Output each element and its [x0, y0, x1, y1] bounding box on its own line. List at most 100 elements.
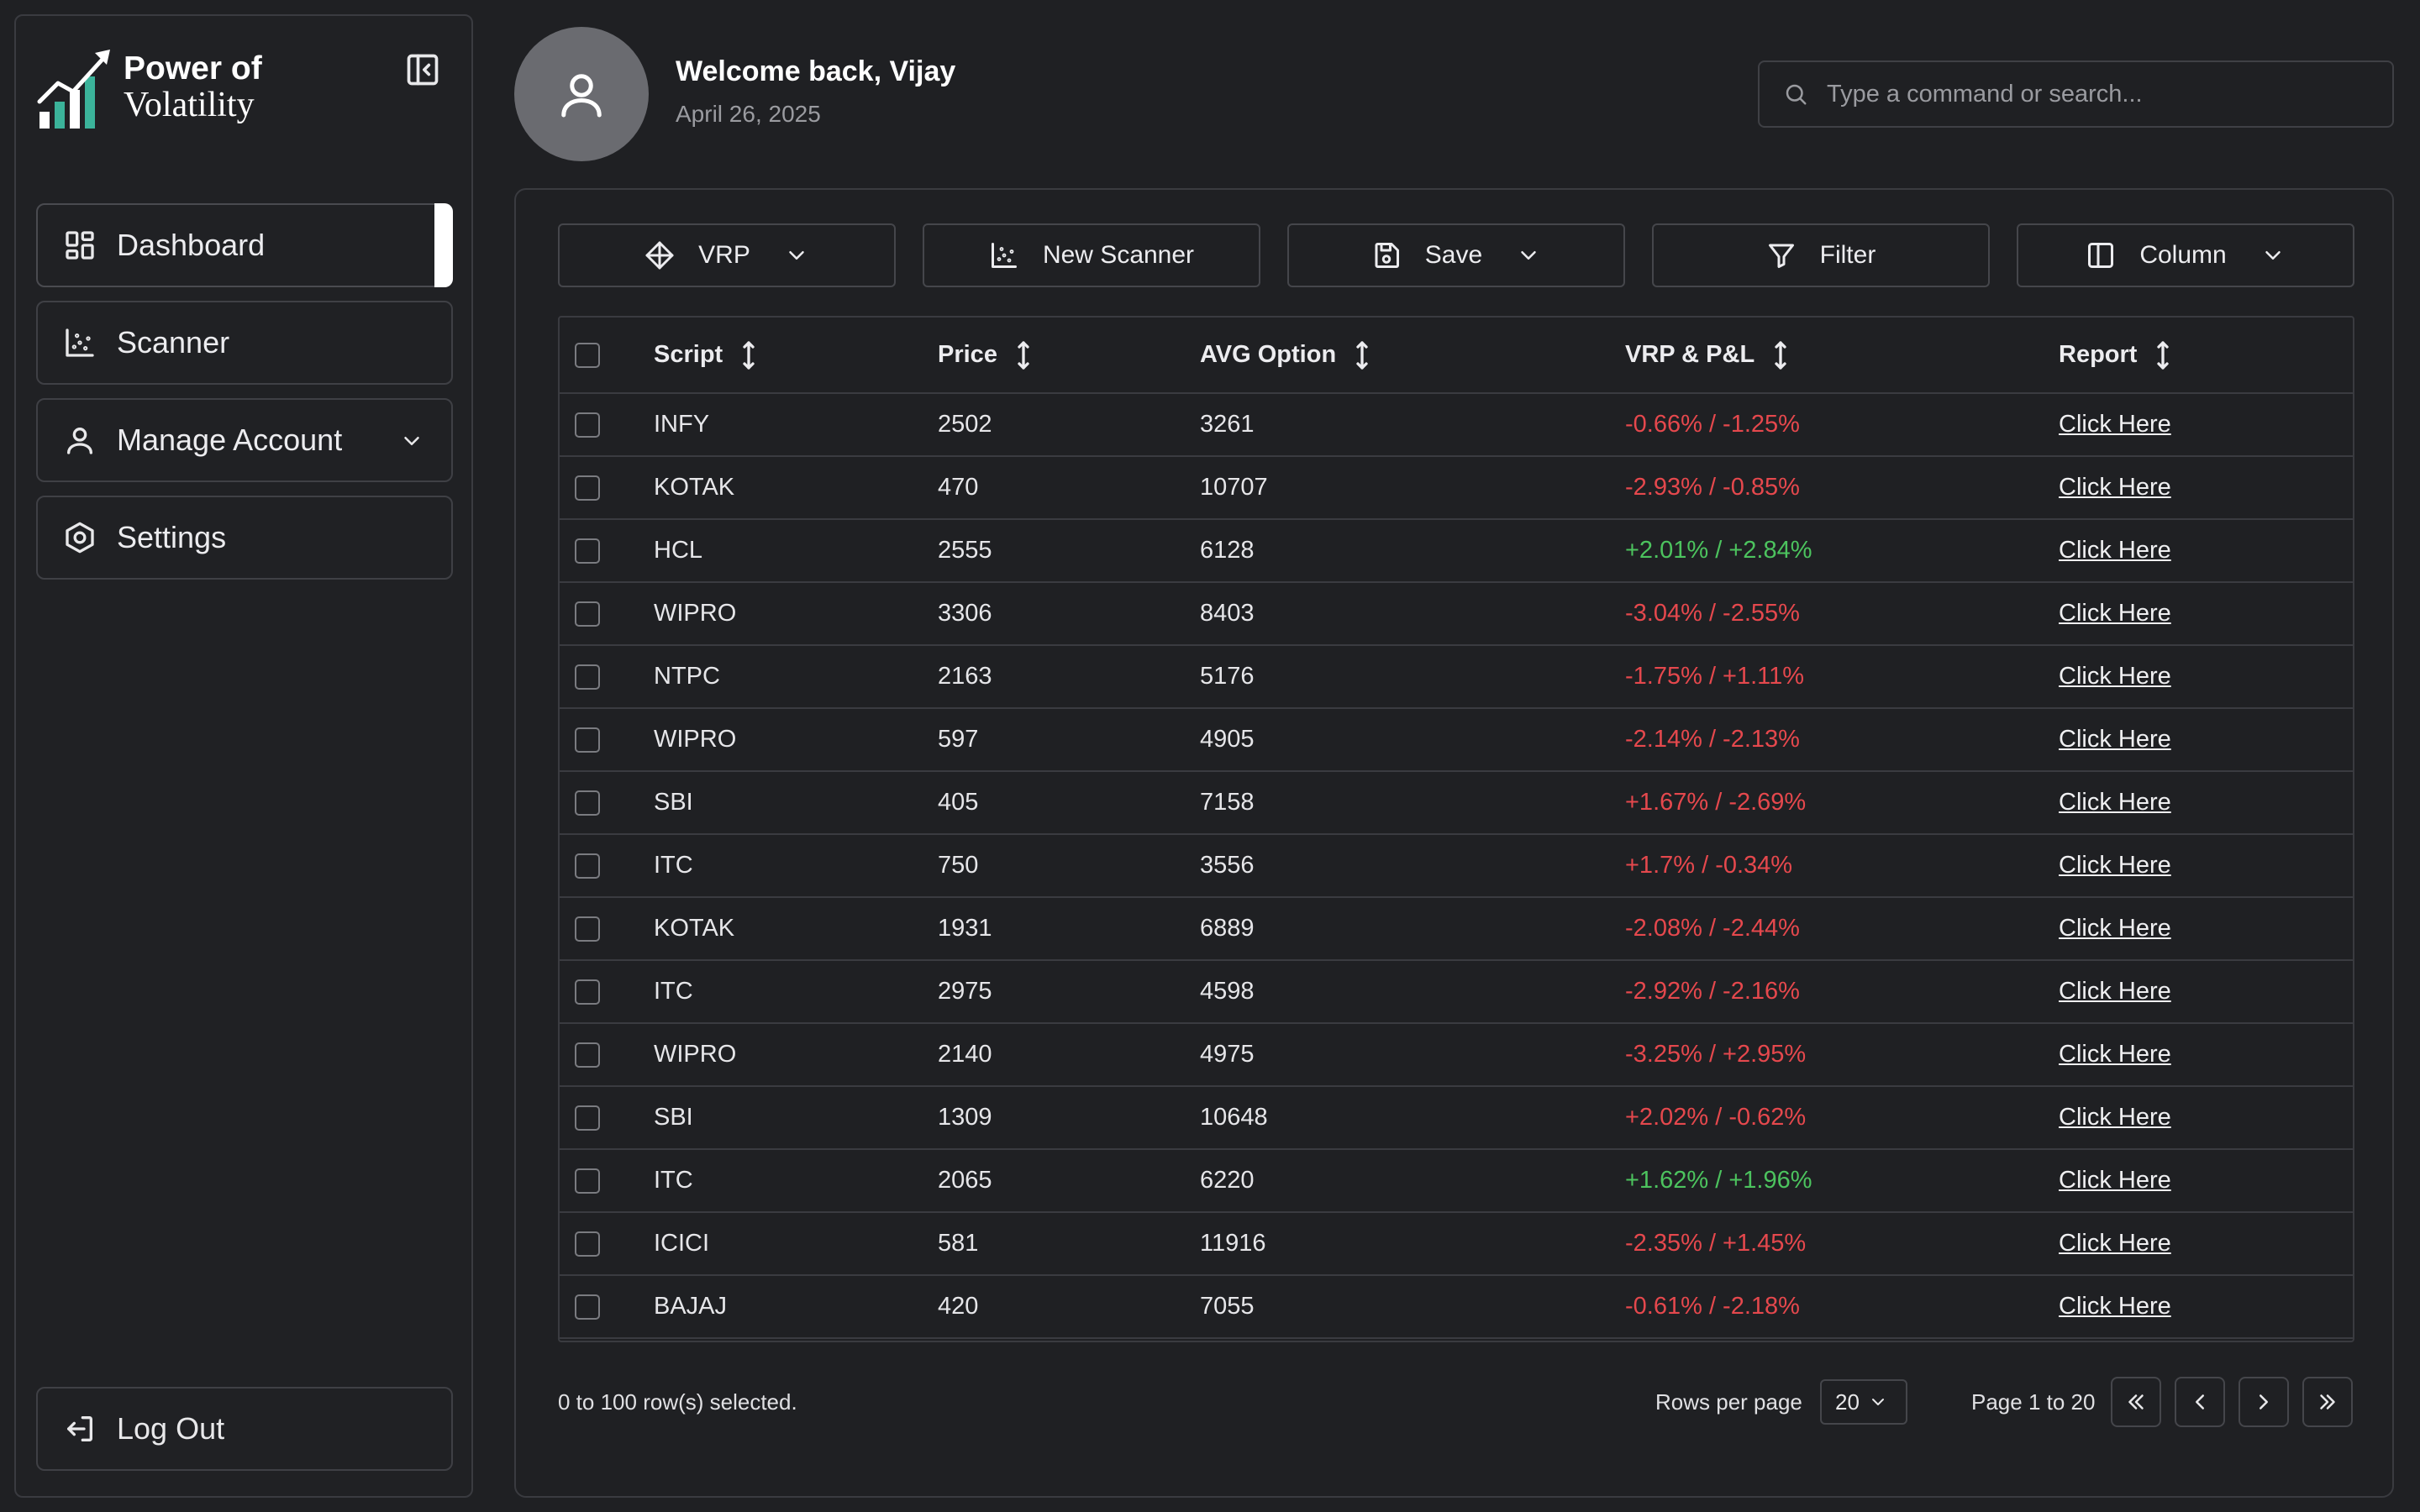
table-row[interactable]: SBI 405 7158 +1.67% / -2.69% Click Here: [560, 771, 2353, 835]
sidebar-item-label: Dashboard: [117, 228, 266, 262]
row-checkbox[interactable]: [575, 790, 600, 816]
cell-price: 597: [938, 708, 1200, 772]
report-link[interactable]: Click Here: [2059, 1104, 2171, 1131]
user-icon: [67, 428, 93, 454]
row-checkbox[interactable]: [575, 538, 600, 564]
cell-price: 1309: [938, 1086, 1200, 1150]
select-all-checkbox[interactable]: [575, 343, 600, 369]
cell-price: 470: [938, 456, 1200, 520]
report-link[interactable]: Click Here: [2059, 1041, 2171, 1068]
column-header-price[interactable]: Price: [938, 339, 1034, 372]
column-header-script[interactable]: Script: [654, 339, 760, 372]
table-row[interactable]: INFY 2502 3261 -0.66% / -1.25% Click Here: [560, 393, 2353, 457]
table-row[interactable]: SBI 1309 10648 +2.02% / -0.62% Click Here: [560, 1086, 2353, 1150]
cell-avg-option: 5176: [1200, 645, 1625, 709]
table-row[interactable]: ITC 750 3556 +1.7% / -0.34% Click Here: [560, 834, 2353, 898]
cell-avg-option: 6220: [1200, 1149, 1625, 1213]
save-icon: [1375, 243, 1399, 268]
rows-per-page-select[interactable]: 20: [1820, 1379, 1907, 1425]
first-page-button[interactable]: [2111, 1377, 2161, 1427]
collapse-sidebar-button[interactable]: [404, 51, 441, 88]
page-indicator: Page 1 to 20: [1971, 1389, 2096, 1415]
column-dropdown-button[interactable]: Column: [2017, 223, 2354, 287]
avatar[interactable]: [514, 27, 649, 161]
table-row[interactable]: WIPRO 597 4905 -2.14% / -2.13% Click Here: [560, 708, 2353, 772]
sidebar-item-manage-account[interactable]: Manage Account: [36, 398, 453, 482]
cell-script: SBI: [654, 1086, 938, 1150]
row-checkbox[interactable]: [575, 664, 600, 690]
cell-avg-option: 4975: [1200, 1023, 1625, 1087]
report-link[interactable]: Click Here: [2059, 474, 2171, 501]
search-input[interactable]: [1827, 80, 2365, 108]
column-header-vrp-pl[interactable]: VRP & P&L: [1625, 339, 1791, 372]
sidebar-item-settings[interactable]: Settings: [36, 496, 453, 580]
vrp-dropdown-button[interactable]: VRP: [558, 223, 896, 287]
table-row[interactable]: NTPC 2163 5176 -1.75% / +1.11% Click Here: [560, 645, 2353, 709]
table-row[interactable]: ITC 2065 6220 +1.62% / +1.96% Click Here: [560, 1149, 2353, 1213]
report-link[interactable]: Click Here: [2059, 411, 2171, 438]
report-link[interactable]: Click Here: [2059, 915, 2171, 942]
previous-page-button[interactable]: [2175, 1377, 2225, 1427]
row-checkbox[interactable]: [575, 1105, 600, 1131]
row-checkbox[interactable]: [575, 601, 600, 627]
row-checkbox[interactable]: [575, 853, 600, 879]
logout-button[interactable]: Log Out: [36, 1387, 453, 1471]
cell-avg-option: 3261: [1200, 393, 1625, 457]
row-checkbox[interactable]: [575, 1042, 600, 1068]
column-header-report[interactable]: Report: [2059, 339, 2174, 372]
cell-price: 2163: [938, 645, 1200, 709]
row-checkbox[interactable]: [575, 916, 600, 942]
sort-icon: [1018, 340, 1029, 370]
scanner-table: Script Price AVG Option VRP & P&L Report…: [558, 316, 2354, 1342]
table-row[interactable]: ICICI 581 11916 -2.35% / +1.45% Click Here: [560, 1212, 2353, 1276]
cell-price: 3306: [938, 582, 1200, 646]
sidebar-item-dashboard[interactable]: Dashboard: [36, 203, 453, 287]
chevron-down-icon: [1871, 1399, 1884, 1405]
row-checkbox[interactable]: [575, 1168, 600, 1194]
cell-vrp-pl: -3.25% / +2.95%: [1625, 1023, 2059, 1087]
last-page-button[interactable]: [2302, 1377, 2353, 1427]
row-checkbox[interactable]: [575, 979, 600, 1005]
row-checkbox[interactable]: [575, 1231, 600, 1257]
table-row[interactable]: ITC 2975 4598 -2.92% / -2.16% Click Here: [560, 960, 2353, 1024]
table-row[interactable]: KOTAK 470 10707 -2.93% / -0.85% Click Here: [560, 456, 2353, 520]
report-link[interactable]: Click Here: [2059, 978, 2171, 1005]
new-scanner-button[interactable]: New Scanner: [923, 223, 1260, 287]
table-row[interactable]: WIPRO 3306 8403 -3.04% / -2.55% Click Here: [560, 582, 2353, 646]
sidebar-nav: Dashboard Scanner Manage Account Setting…: [36, 203, 453, 593]
report-link[interactable]: Click Here: [2059, 1167, 2171, 1194]
report-link[interactable]: Click Here: [2059, 726, 2171, 753]
cell-vrp-pl: +1.7% / -0.34%: [1625, 834, 2059, 898]
column-header-label: Script: [654, 341, 723, 368]
cell-script: ITC: [654, 960, 938, 1024]
report-link[interactable]: Click Here: [2059, 663, 2171, 690]
report-link[interactable]: Click Here: [2059, 1230, 2171, 1257]
save-button[interactable]: Save: [1287, 223, 1625, 287]
next-page-button[interactable]: [2238, 1377, 2289, 1427]
cell-script: KOTAK: [654, 456, 938, 520]
row-checkbox[interactable]: [575, 412, 600, 438]
report-link[interactable]: Click Here: [2059, 600, 2171, 627]
sidebar-item-scanner[interactable]: Scanner: [36, 301, 453, 385]
cell-script: NTPC: [654, 645, 938, 709]
row-checkbox[interactable]: [575, 1294, 600, 1320]
cell-vrp-pl: -2.92% / -2.16%: [1625, 960, 2059, 1024]
table-row[interactable]: HCL 2555 6128 +2.01% / +2.84% Click Here: [560, 519, 2353, 583]
save-label: Save: [1424, 241, 1483, 269]
table-row[interactable]: WIPRO 2140 4975 -3.25% / +2.95% Click Here: [560, 1023, 2353, 1087]
report-link[interactable]: Click Here: [2059, 852, 2171, 879]
logo-title: Power of: [124, 50, 262, 87]
cell-vrp-pl: -2.93% / -0.85%: [1625, 456, 2059, 520]
filter-label: Filter: [1819, 241, 1876, 269]
column-header-avg-option[interactable]: AVG Option: [1200, 339, 1373, 372]
table-row[interactable]: BAJAJ 420 7055 -0.61% / -2.18% Click Here: [560, 1275, 2353, 1339]
report-link[interactable]: Click Here: [2059, 789, 2171, 816]
report-link[interactable]: Click Here: [2059, 537, 2171, 564]
row-checkbox[interactable]: [575, 727, 600, 753]
row-checkbox[interactable]: [575, 475, 600, 501]
table-row[interactable]: KOTAK 1931 6889 -2.08% / -2.44% Click Here: [560, 897, 2353, 961]
command-search[interactable]: [1758, 60, 2394, 128]
report-link[interactable]: Click Here: [2059, 1293, 2171, 1320]
filter-button[interactable]: Filter: [1652, 223, 1990, 287]
cell-price: 1931: [938, 897, 1200, 961]
